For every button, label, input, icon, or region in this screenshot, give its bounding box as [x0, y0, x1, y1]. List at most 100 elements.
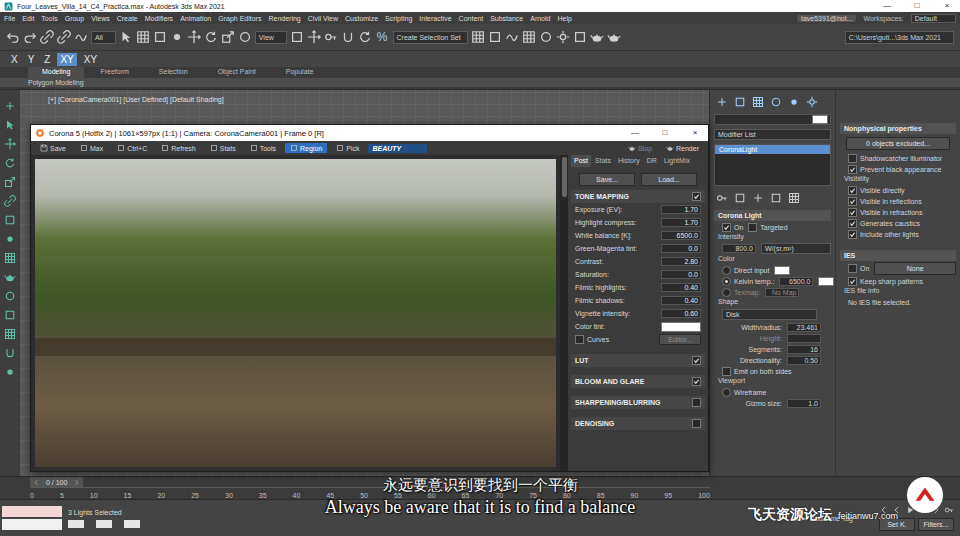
user-account[interactable]: tave5391@hot...	[797, 15, 856, 22]
window-control[interactable]: —	[622, 128, 648, 138]
menu-item[interactable]: Interactive	[419, 15, 451, 22]
select-link-icon[interactable]	[40, 30, 54, 44]
vfb-button[interactable]: Ctrl+C	[112, 143, 152, 153]
window-control[interactable]: ×	[682, 128, 708, 138]
window-crossing-icon[interactable]	[170, 30, 184, 44]
layer-icon[interactable]	[4, 309, 16, 321]
wireframe-radio[interactable]	[722, 388, 731, 397]
maxscript-listener[interactable]	[0, 506, 62, 530]
axis-button[interactable]: Y	[25, 53, 38, 66]
ribbon-tab[interactable]: Populate	[272, 67, 328, 78]
vfb-tool-icon[interactable]	[80, 144, 88, 152]
channel-dropdown[interactable]: BEAUTY	[368, 144, 427, 153]
ribbon-tab[interactable]: Selection	[145, 67, 202, 78]
color-value[interactable]: 6500.0	[779, 277, 813, 286]
scrollbar[interactable]	[560, 155, 568, 471]
pivot-center-icon[interactable]	[290, 30, 304, 44]
value-field[interactable]: 0.0	[661, 270, 701, 279]
value-field[interactable]: 0.50	[787, 356, 821, 365]
value-field[interactable]: 6500.0	[661, 231, 701, 240]
schematic-view-icon[interactable]	[522, 30, 536, 44]
menu-item[interactable]: Graph Editors	[218, 15, 261, 22]
property-checkbox[interactable]	[848, 219, 857, 228]
section-header[interactable]: TONE MAPPING	[571, 190, 705, 203]
vfb-button[interactable]: Region	[285, 143, 327, 153]
selection-set[interactable]: Create Selection Set	[393, 31, 468, 44]
angle-snap-icon[interactable]	[358, 30, 372, 44]
snap-toggle-icon[interactable]	[341, 30, 355, 44]
move-icon[interactable]	[187, 30, 201, 44]
ies-file-button[interactable]: None	[874, 262, 956, 275]
menu-item[interactable]: Rendering	[268, 15, 300, 22]
motion-tab-icon[interactable]	[770, 96, 782, 108]
region-select-icon[interactable]	[153, 30, 167, 44]
section-checkbox[interactable]	[692, 377, 701, 386]
placement-icon[interactable]	[238, 30, 252, 44]
vfb-button[interactable]: Pick	[331, 143, 364, 153]
manipulate-icon[interactable]	[307, 30, 321, 44]
property-checkbox[interactable]	[848, 186, 857, 195]
render-icon[interactable]	[590, 30, 604, 44]
layer-explorer-icon[interactable]	[488, 30, 502, 44]
time-slider[interactable]: 0 / 100	[30, 477, 83, 487]
value-field[interactable]	[787, 334, 821, 343]
selection-filter[interactable]: All	[91, 31, 116, 44]
exclude-button[interactable]: 0 objects excluded...	[846, 137, 950, 150]
color-value[interactable]: No Map	[765, 288, 799, 297]
panel-tab[interactable]: DR	[644, 155, 660, 167]
gizmo-size-field[interactable]: 1.0	[787, 399, 821, 408]
object-name-field[interactable]	[714, 114, 831, 125]
units-dropdown[interactable]: W/(sr.m²)	[761, 243, 831, 254]
menu-item[interactable]: Customize	[345, 15, 378, 22]
material-icon[interactable]	[4, 290, 16, 302]
color-radio[interactable]	[722, 277, 731, 286]
menu-item[interactable]: Modifiers	[145, 15, 173, 22]
emit-both-checkbox[interactable]	[722, 367, 731, 376]
curve-editor-icon[interactable]	[505, 30, 519, 44]
modify-tab-icon[interactable]	[734, 96, 746, 108]
menu-item[interactable]: File	[4, 15, 15, 22]
reference-coordinate[interactable]: View	[255, 31, 287, 44]
hierarchy-tab-icon[interactable]	[752, 96, 764, 108]
shape-dropdown[interactable]: Disk	[722, 309, 817, 320]
color-swatch[interactable]	[661, 322, 701, 332]
scale-icon[interactable]	[221, 30, 235, 44]
section-checkbox[interactable]	[692, 192, 701, 201]
ies-on-checkbox[interactable]	[848, 264, 857, 273]
active-shade-icon[interactable]	[607, 30, 621, 44]
render-setup-icon[interactable]	[556, 30, 570, 44]
create-tab-icon[interactable]	[716, 96, 728, 108]
color-swatch[interactable]	[818, 277, 834, 286]
window-control[interactable]: ×	[934, 1, 960, 11]
color-radio[interactable]	[722, 288, 731, 297]
modifier-list[interactable]: Modifier List	[714, 129, 831, 140]
value-field[interactable]: 1.70	[661, 218, 701, 227]
time-ruler[interactable]: 0510152025303540455055606570758085909510…	[30, 487, 710, 499]
menu-item[interactable]: Tools	[41, 15, 57, 22]
value-field[interactable]: 0.40	[661, 283, 701, 292]
menu-item[interactable]: Animation	[180, 15, 211, 22]
intensity-field[interactable]: 800.0	[722, 244, 756, 253]
render-icon[interactable]	[4, 271, 16, 283]
section-header[interactable]: SHARPENING/BLURRING	[571, 396, 705, 409]
menu-item[interactable]: Content	[459, 15, 484, 22]
snap-icon[interactable]	[4, 347, 16, 359]
property-checkbox[interactable]	[848, 165, 857, 174]
ribbon-tab[interactable]: Freeform	[86, 67, 142, 78]
select-by-name-icon[interactable]	[136, 30, 150, 44]
rollout-header[interactable]: Nonphysical properties	[840, 123, 956, 134]
menu-item[interactable]: Civil View	[308, 15, 338, 22]
value-field[interactable]: 16	[787, 345, 821, 354]
make-unique-icon[interactable]	[752, 192, 764, 204]
percent-snap[interactable]: %	[375, 30, 390, 44]
vfb-button[interactable]: Max	[75, 143, 108, 153]
vfb-button[interactable]: Stats	[205, 143, 241, 153]
create-icon[interactable]	[4, 100, 16, 112]
material-editor-icon[interactable]	[539, 30, 553, 44]
show-end-result-icon[interactable]	[734, 192, 746, 204]
menu-item[interactable]: Edit	[22, 15, 34, 22]
light-icon[interactable]	[4, 233, 16, 245]
property-checkbox[interactable]	[848, 197, 857, 206]
on-checkbox[interactable]	[722, 223, 731, 232]
section-checkbox[interactable]	[692, 419, 701, 428]
